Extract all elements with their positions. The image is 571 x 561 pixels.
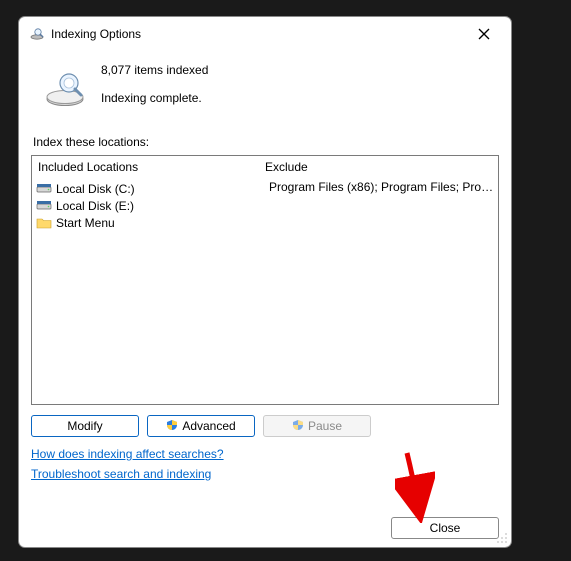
list-item[interactable]: Start Menu: [36, 214, 261, 231]
dialog-title: Indexing Options: [51, 27, 469, 41]
help-link-troubleshoot[interactable]: Troubleshoot search and indexing: [31, 467, 211, 481]
close-footer-button[interactable]: Close: [391, 517, 499, 539]
shield-icon: [292, 419, 304, 434]
location-label: Start Menu: [56, 216, 115, 230]
shield-icon: [166, 419, 178, 434]
exclude-text: Program Files (x86); Program Files; Prog…: [269, 180, 494, 194]
advanced-button[interactable]: Advanced: [147, 415, 255, 437]
header-included[interactable]: Included Locations: [38, 160, 265, 174]
resize-grip[interactable]: [496, 532, 508, 544]
pause-label: Pause: [308, 419, 342, 433]
disk-icon: [36, 198, 52, 214]
close-icon: [478, 28, 490, 40]
status-row: 8,077 items indexed Indexing complete.: [31, 55, 499, 119]
action-buttons: Modify Advanced: [31, 415, 499, 437]
advanced-label: Advanced: [182, 419, 235, 433]
header-exclude[interactable]: Exclude: [265, 160, 492, 174]
disk-icon: [36, 181, 52, 197]
dialog-content: 8,077 items indexed Indexing complete. I…: [19, 49, 511, 547]
locations-label: Index these locations:: [33, 135, 499, 149]
indexing-progress-label: Indexing complete.: [101, 91, 208, 105]
locations-list: Included Locations Exclude Local Disk (: [31, 155, 499, 405]
indexing-icon: [29, 26, 45, 42]
locations-headers: Included Locations Exclude: [32, 156, 498, 178]
help-links: How does indexing affect searches? Troub…: [31, 447, 499, 481]
dialog-footer: Close: [31, 507, 499, 539]
location-label: Local Disk (E:): [56, 199, 134, 213]
indexing-options-dialog: Indexing Options 8,077 items indexed: [18, 16, 512, 548]
status-text: 8,077 items indexed Indexing complete.: [101, 61, 208, 119]
pause-button: Pause: [263, 415, 371, 437]
folder-icon: [36, 215, 52, 231]
help-link-how[interactable]: How does indexing affect searches?: [31, 447, 224, 461]
list-item[interactable]: Local Disk (C:): [36, 180, 261, 197]
indexing-big-icon: [41, 65, 89, 113]
titlebar: Indexing Options: [19, 17, 511, 49]
location-label: Local Disk (C:): [56, 182, 135, 196]
close-button[interactable]: [469, 23, 499, 45]
list-item[interactable]: Local Disk (E:): [36, 197, 261, 214]
modify-button[interactable]: Modify: [31, 415, 139, 437]
items-indexed-label: 8,077 items indexed: [101, 63, 208, 77]
